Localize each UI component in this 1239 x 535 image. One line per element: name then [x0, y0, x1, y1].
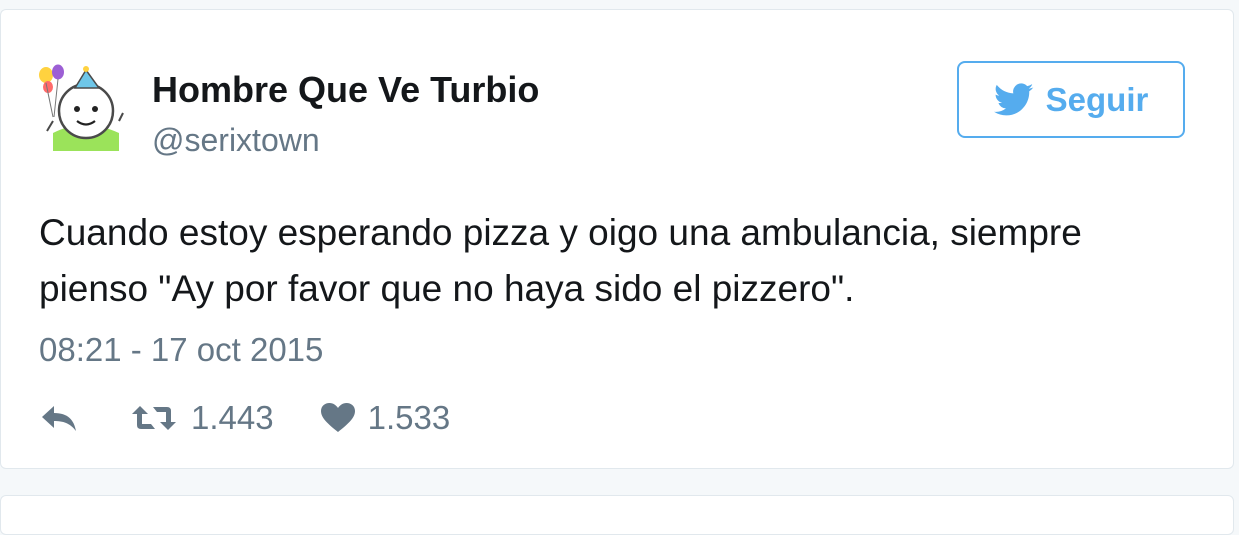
retweet-icon [132, 406, 176, 430]
tweet-timestamp[interactable]: 08:21 - 17 oct 2015 [39, 329, 323, 371]
retweet-button[interactable]: 1.443 [131, 399, 274, 437]
retweet-count: 1.443 [191, 399, 274, 436]
author-display-name[interactable]: Hombre Que Ve Turbio [152, 68, 539, 112]
like-button[interactable]: 1.533 [320, 399, 451, 437]
tweet-actions: 1.443 1.533 [39, 393, 450, 443]
heart-icon [320, 403, 355, 432]
tweet-card: Hombre Que Ve Turbio @serixtown Seguir C… [0, 9, 1234, 469]
twitter-bird-icon [993, 82, 1033, 115]
reply-icon [42, 406, 76, 431]
author-handle[interactable]: @serixtown [152, 120, 320, 160]
like-count: 1.533 [367, 399, 451, 436]
author-avatar[interactable] [39, 61, 129, 151]
tweet-text: Cuando estoy esperando pizza y oigo una … [39, 212, 1082, 309]
reply-button[interactable] [39, 403, 79, 433]
follow-button[interactable]: Seguir [957, 61, 1185, 138]
next-tweet-card [0, 495, 1234, 535]
party-face-with-balloons-icon [39, 61, 129, 151]
follow-button-label: Seguir [1045, 80, 1149, 118]
